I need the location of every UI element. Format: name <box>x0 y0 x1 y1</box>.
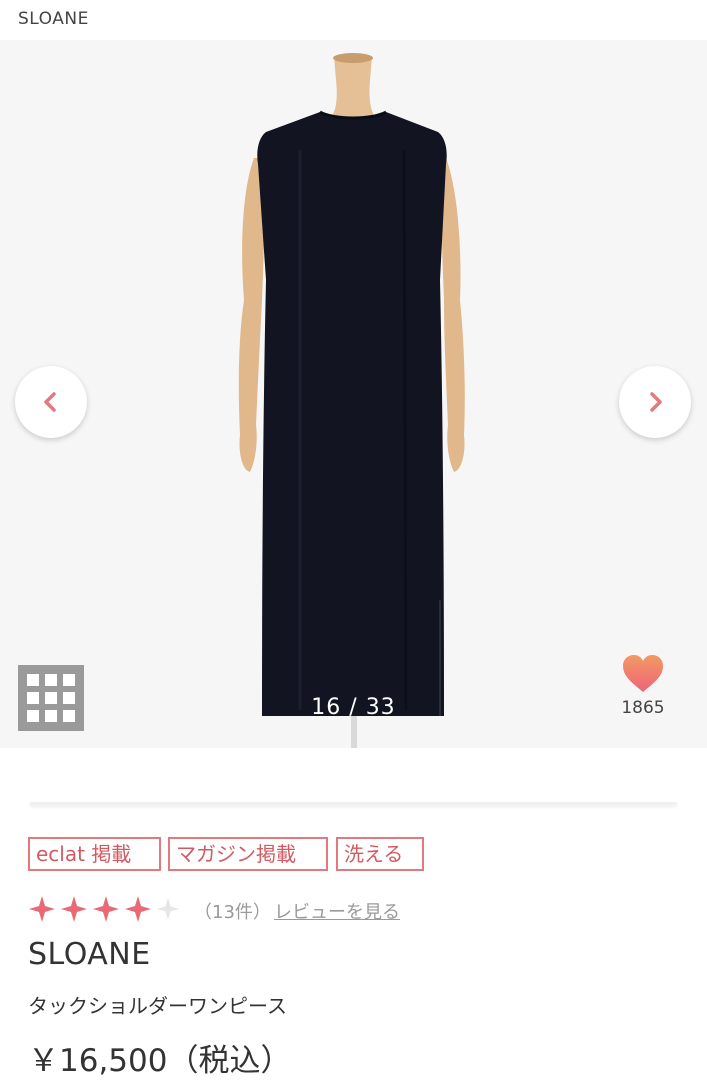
heart-icon <box>623 655 663 692</box>
star-empty-icon <box>157 898 179 920</box>
favorite-button[interactable]: 1865 <box>608 654 678 724</box>
product-image-gallery[interactable]: 16 / 33 1865 <box>0 40 707 748</box>
image-counter: 16 / 33 <box>311 695 396 720</box>
header: SLOANE <box>0 0 707 40</box>
product-photo <box>0 40 707 748</box>
star-icon <box>29 896 55 922</box>
product-price: ￥16,500（税込） <box>28 1043 292 1079</box>
chevron-left-icon <box>44 392 56 412</box>
review-count: （13件） <box>194 902 271 923</box>
view-reviews-link[interactable]: レビューを見る <box>274 898 400 924</box>
section-divider <box>30 802 677 805</box>
rating-stars <box>29 896 179 922</box>
tag-eclat[interactable]: eclat 掲載 <box>28 837 161 871</box>
header-brand[interactable]: SLOANE <box>18 9 89 29</box>
chevron-right-icon <box>650 392 662 412</box>
next-image-button[interactable] <box>619 366 691 438</box>
product-brand[interactable]: SLOANE <box>28 937 151 972</box>
star-icon <box>125 896 151 922</box>
star-icon <box>93 896 119 922</box>
tag-washable[interactable]: 洗える <box>336 837 424 871</box>
product-name: タックショルダーワンピース <box>28 994 287 1018</box>
previous-image-button[interactable] <box>15 366 87 438</box>
star-icon <box>61 896 87 922</box>
favorite-count: 1865 <box>621 698 665 718</box>
tag-magazine[interactable]: マガジン掲載 <box>168 837 328 871</box>
product-page: SLOANE 16 / 33 1865 eclat 掲載 マガジン掲載 洗える … <box>0 0 707 1080</box>
